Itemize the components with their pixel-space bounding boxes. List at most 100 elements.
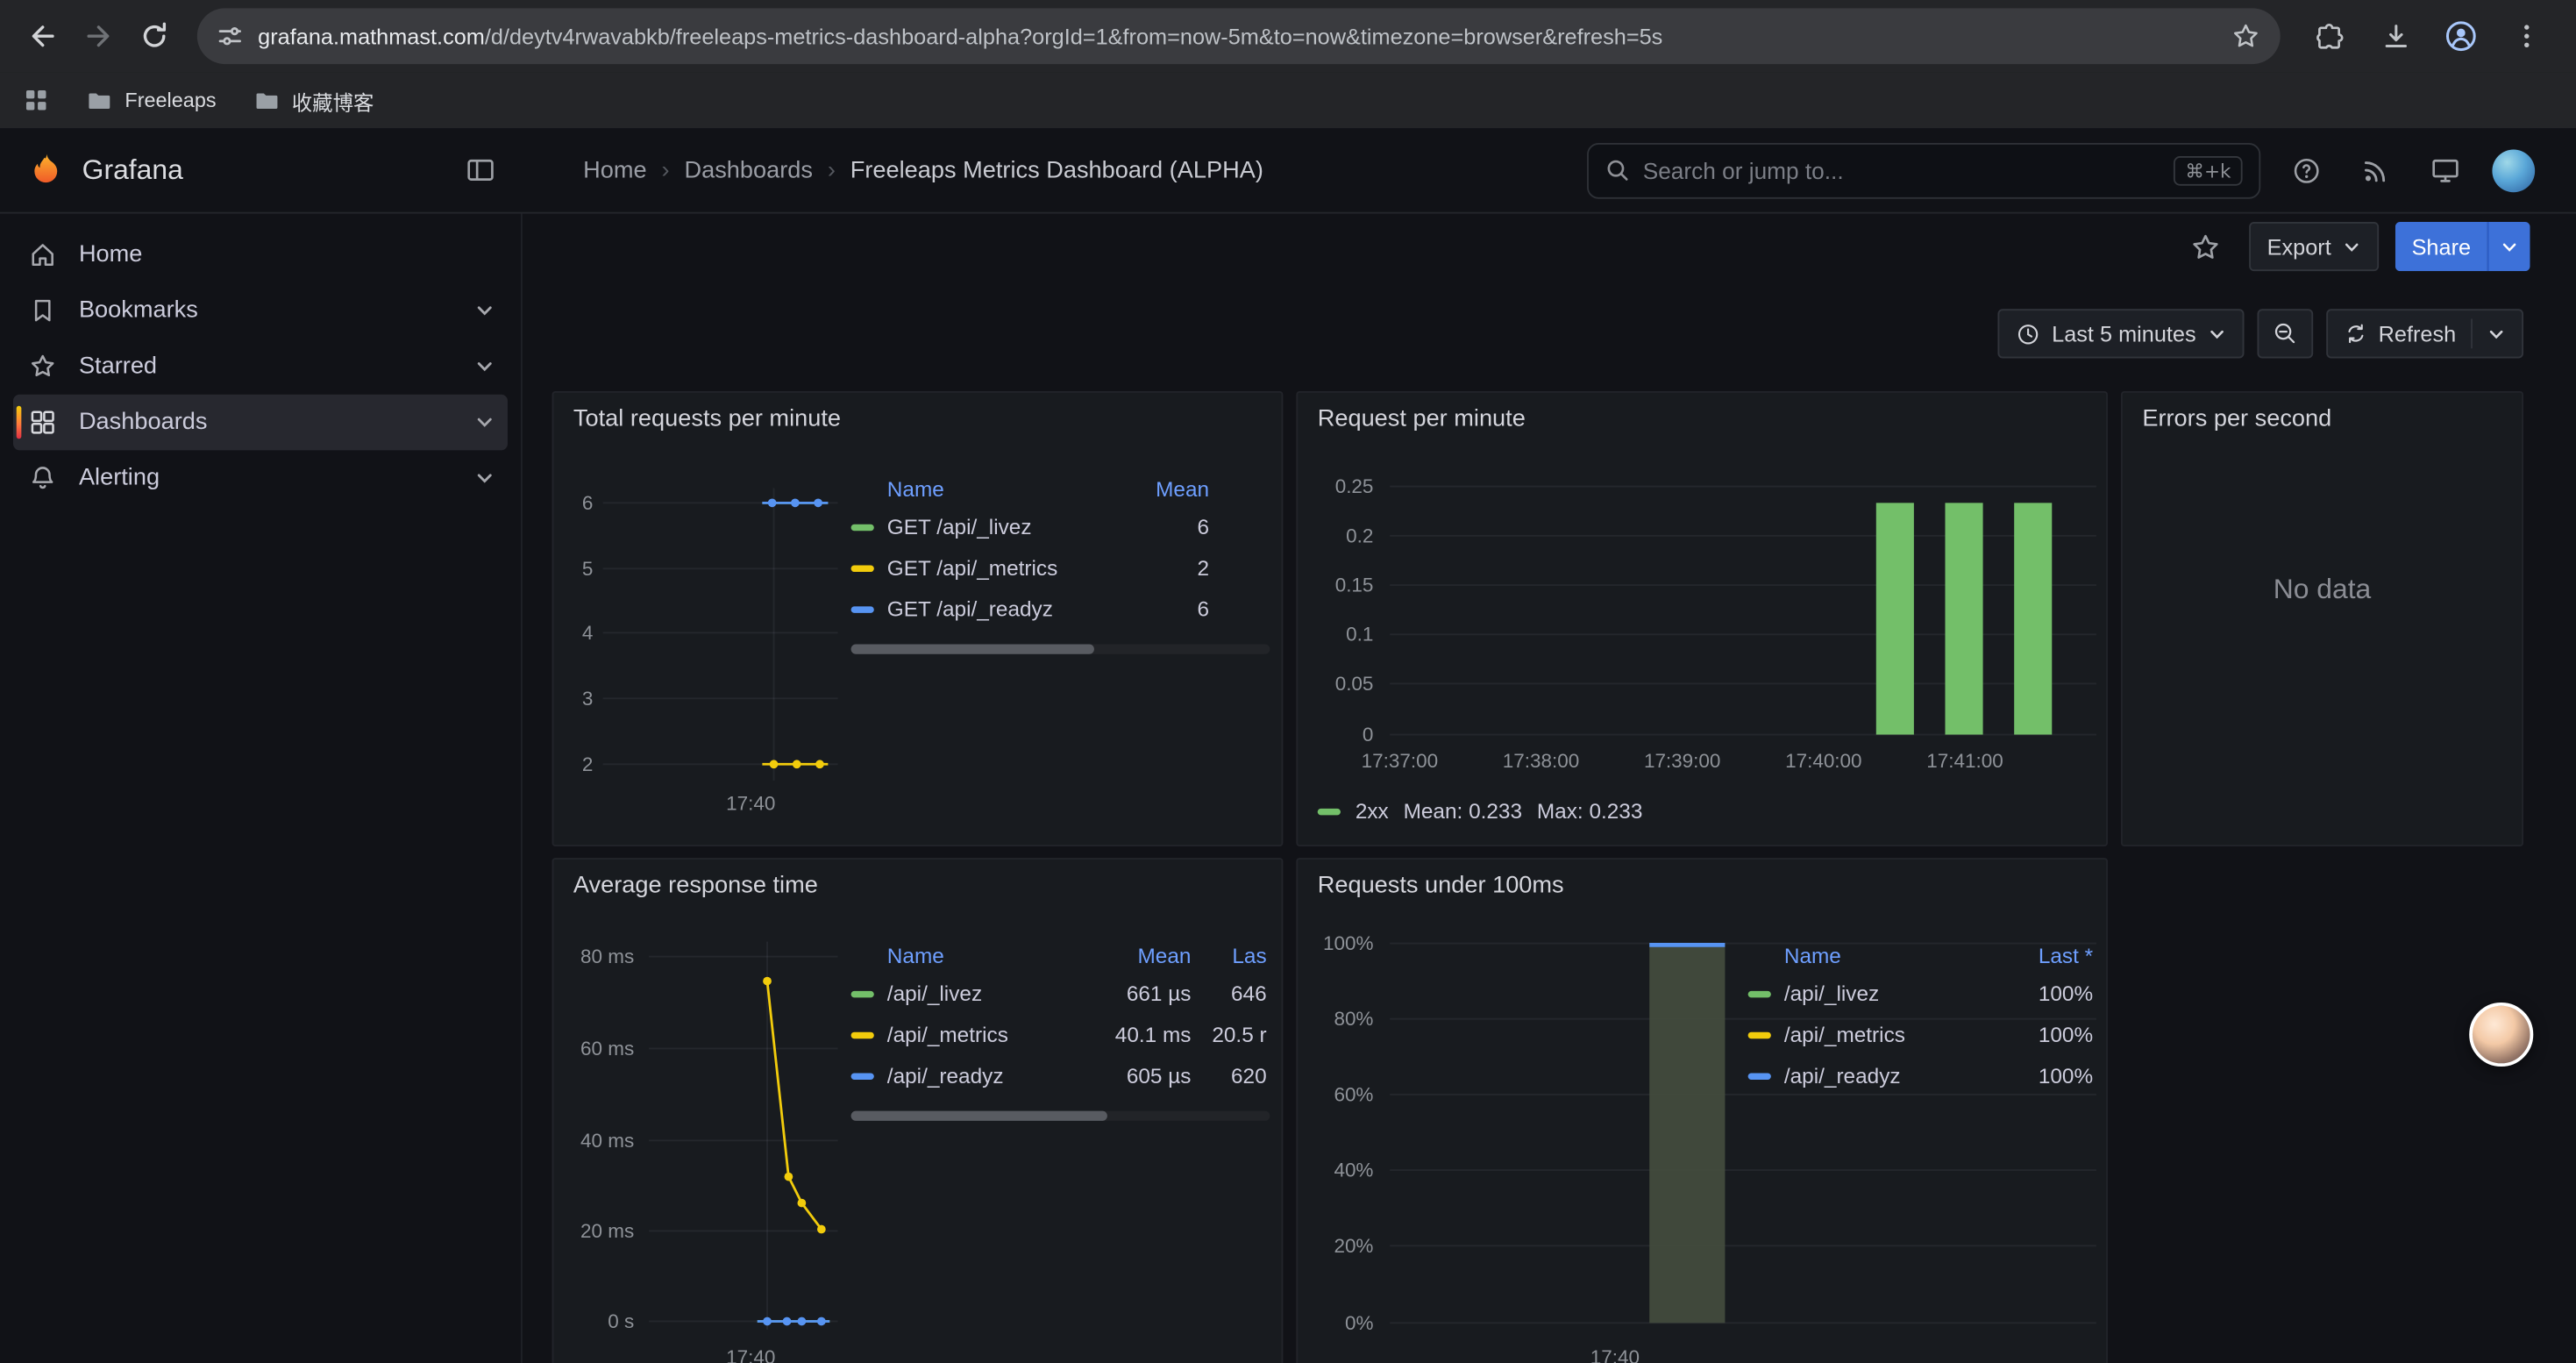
- address-bar[interactable]: grafana.mathmast.com/d/deytv4rwavabkb/fr…: [197, 8, 2281, 64]
- url-text[interactable]: grafana.mathmast.com/d/deytv4rwavabkb/fr…: [258, 24, 2216, 48]
- series-name[interactable]: /api/_readyz: [887, 1063, 1099, 1088]
- legend-header-name[interactable]: Name: [1784, 943, 2008, 967]
- favorite-star-icon[interactable]: [2180, 220, 2232, 273]
- avatar: [2492, 149, 2535, 192]
- help-icon[interactable]: [2281, 144, 2333, 196]
- legend-row: /api/_metrics 100%: [1748, 1014, 2093, 1055]
- bookmark-label: Freeleaps: [125, 89, 216, 111]
- search-input[interactable]: [1643, 157, 2161, 183]
- refresh-button[interactable]: Refresh: [2326, 309, 2523, 358]
- sidebar-item-label: Dashboards: [79, 410, 208, 436]
- legend-table: Name Last * /api/_livez 100% /api/_metri…: [1748, 937, 2093, 1096]
- extensions-icon[interactable]: [2303, 10, 2356, 62]
- series-mean: 605 µs: [1099, 1063, 1192, 1088]
- no-data-message: No data: [2123, 574, 2522, 606]
- svg-text:20%: 20%: [1334, 1235, 1373, 1257]
- grafana-logo-icon[interactable]: [26, 150, 66, 189]
- chevron-down-icon[interactable]: [475, 301, 495, 320]
- scrollbar-thumb[interactable]: [851, 1111, 1107, 1121]
- series-name[interactable]: /api/_metrics: [887, 1022, 1099, 1046]
- export-button[interactable]: Export: [2249, 222, 2379, 271]
- series-name[interactable]: /api/_metrics: [1784, 1022, 2008, 1046]
- dashboard-grid: Total requests per minute 6 5 4 3: [523, 361, 2576, 1363]
- nav-icon-group: [2281, 144, 2540, 196]
- share-button[interactable]: Share: [2395, 222, 2487, 271]
- panel-title[interactable]: Requests under 100ms: [1298, 860, 2106, 912]
- bookmark-folder-freeleaps[interactable]: Freeleaps: [85, 86, 216, 114]
- series-name[interactable]: 2xx: [1356, 799, 1389, 824]
- panel-title[interactable]: Average response time: [553, 860, 1281, 912]
- sidebar-item-alerting[interactable]: Alerting: [13, 450, 508, 506]
- legend-header: Name Mean: [851, 470, 1270, 506]
- legend-header-mean[interactable]: Mean: [1099, 943, 1192, 967]
- bookmark-star-icon[interactable]: [2231, 21, 2261, 51]
- sidebar-item-bookmarks[interactable]: Bookmarks: [13, 282, 508, 339]
- forward-icon[interactable]: [72, 10, 125, 62]
- sidebar-item-dashboards[interactable]: Dashboards: [13, 395, 508, 451]
- sidebar-item-label: Home: [79, 241, 142, 268]
- legend-scrollbar[interactable]: [851, 1111, 1270, 1121]
- bell-icon: [26, 463, 59, 493]
- breadcrumb-home[interactable]: Home: [583, 157, 646, 183]
- legend-header-name[interactable]: Name: [887, 943, 1099, 967]
- chevron-down-icon: [2487, 325, 2506, 343]
- bookmarks-bar: Freeleaps 收藏博客: [0, 72, 2576, 128]
- series-name[interactable]: GET /api/_metrics: [887, 555, 1128, 580]
- news-rss-icon[interactable]: [2349, 144, 2402, 196]
- bookmark-folder-blogs[interactable]: 收藏博客: [253, 84, 374, 116]
- apps-grid-icon[interactable]: [23, 87, 49, 113]
- svg-text:20 ms: 20 ms: [580, 1220, 634, 1242]
- sidebar-collapse-icon[interactable]: [465, 154, 496, 186]
- site-settings-icon[interactable]: [217, 23, 243, 49]
- sidebar-item-starred[interactable]: Starred: [13, 339, 508, 395]
- series-name[interactable]: GET /api/_livez: [887, 514, 1128, 539]
- time-range-picker[interactable]: Last 5 minutes: [1997, 309, 2244, 358]
- back-icon[interactable]: [17, 10, 69, 62]
- reload-icon[interactable]: [128, 10, 181, 62]
- downloads-icon[interactable]: [2369, 10, 2422, 62]
- bookmark-label: 收藏博客: [292, 84, 374, 116]
- share-menu-button[interactable]: [2487, 222, 2530, 271]
- series-name[interactable]: /api/_readyz: [1784, 1063, 2008, 1088]
- panel-title[interactable]: Total requests per minute: [553, 393, 1281, 446]
- zoom-out-button[interactable]: [2257, 309, 2313, 358]
- sidebar-item-home[interactable]: Home: [13, 227, 508, 283]
- grafana-body: Home Bookmarks Starred: [0, 214, 2576, 1363]
- chevron-down-icon[interactable]: [475, 357, 495, 376]
- legend-header-last[interactable]: Last *: [2008, 943, 2093, 967]
- legend-row: /api/_livez 100%: [1748, 973, 2093, 1014]
- series-name[interactable]: /api/_livez: [887, 981, 1099, 1006]
- url-domain: grafana.mathmast.com: [258, 24, 485, 48]
- legend-header-name[interactable]: Name: [887, 475, 1128, 500]
- home-icon: [26, 240, 59, 270]
- grafana-app: Grafana Home › Dashboards › Freeleaps Me…: [0, 128, 2576, 1363]
- legend-row: /api/_readyz 605 µs 620: [851, 1055, 1270, 1096]
- legend-scrollbar[interactable]: [851, 644, 1270, 653]
- svg-text:40%: 40%: [1334, 1160, 1373, 1181]
- series-name[interactable]: GET /api/_readyz: [887, 596, 1128, 621]
- search-box[interactable]: ⌘+k: [1587, 142, 2260, 198]
- floating-assistant-avatar[interactable]: [2469, 1003, 2533, 1067]
- panel-title[interactable]: Request per minute: [1298, 393, 2106, 446]
- panel-title[interactable]: Errors per second: [2123, 393, 2522, 446]
- folder-icon: [253, 86, 281, 114]
- chevron-down-icon[interactable]: [475, 412, 495, 432]
- chevron-down-icon[interactable]: [475, 468, 495, 488]
- brand-name[interactable]: Grafana: [82, 153, 183, 186]
- user-avatar[interactable]: [2487, 144, 2540, 196]
- refresh-label: Refresh: [2379, 321, 2457, 346]
- url-path: /d/deytv4rwavabkb/freeleaps-metrics-dash…: [485, 24, 1662, 48]
- scrollbar-thumb[interactable]: [851, 644, 1094, 653]
- legend-header-mean[interactable]: Mean: [1127, 475, 1209, 500]
- series-mean: Mean: 0.233: [1404, 799, 1522, 824]
- legend-header: Name Mean Las: [851, 937, 1270, 973]
- breadcrumb-dashboards[interactable]: Dashboards: [684, 157, 813, 183]
- series-name[interactable]: /api/_livez: [1784, 981, 2008, 1006]
- browser-menu-icon[interactable]: [2501, 10, 2553, 62]
- profile-icon[interactable]: [2435, 10, 2487, 62]
- legend-row: GET /api/_readyz 6: [851, 589, 1270, 630]
- sidebar: Home Bookmarks Starred: [0, 214, 523, 1363]
- kiosk-monitor-icon[interactable]: [2418, 144, 2471, 196]
- legend-header-last[interactable]: Las: [1191, 943, 1266, 967]
- requests-per-minute-chart: 0.25 0.2 0.15 0.1 0.05 0 17:37:00 17:38:…: [1298, 439, 2108, 833]
